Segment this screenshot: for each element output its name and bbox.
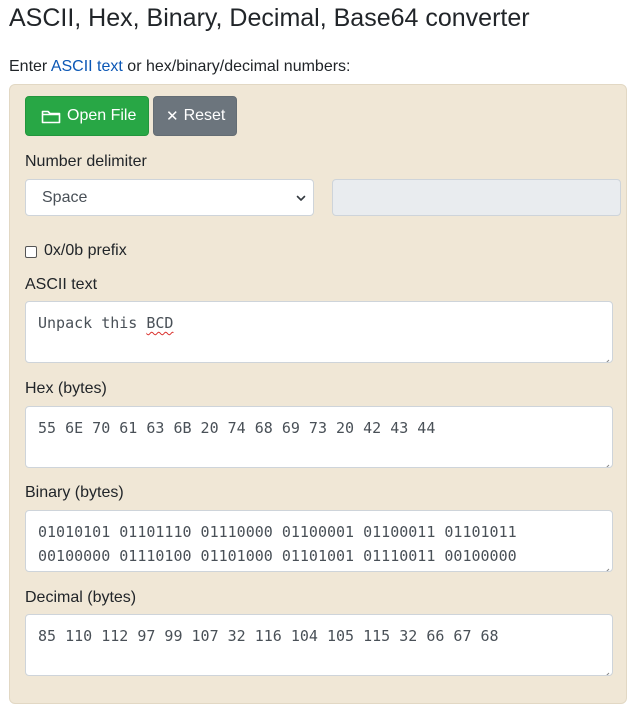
intro-prefix: Enter (9, 58, 51, 75)
intro-suffix: or hex/binary/decimal numbers: (122, 58, 351, 75)
chevron-down-icon (295, 191, 307, 209)
open-file-button[interactable]: Open File (25, 96, 149, 136)
ascii-text-value: Unpack this (38, 314, 147, 332)
custom-delimiter-input[interactable] (332, 179, 621, 216)
delimiter-select[interactable]: Space (25, 179, 314, 216)
open-file-label: Open File (67, 107, 137, 124)
decimal-value: 85 110 112 97 99 107 32 116 104 105 115 … (38, 627, 499, 645)
hex-value: 55 6E 70 61 63 6B 20 74 68 69 73 20 42 4… (38, 419, 436, 437)
number-delimiter-label: Number delimiter (25, 153, 147, 170)
prefix-label: 0x/0b prefix (44, 242, 127, 259)
binary-value: 01010101 01101110 01110000 01100001 0110… (38, 523, 517, 565)
page-title: ASCII, Hex, Binary, Decimal, Base64 conv… (9, 4, 530, 32)
ascii-text-label: ASCII text (25, 276, 98, 293)
intro-text: Enter ASCII text or hex/binary/decimal n… (9, 58, 351, 76)
hex-text-area[interactable]: 55 6E 70 61 63 6B 20 74 68 69 73 20 42 4… (25, 406, 613, 468)
binary-text-area[interactable]: 01010101 01101110 01110000 01100001 0110… (25, 510, 613, 572)
delimiter-selected-value: Space (42, 188, 88, 206)
ascii-text-link[interactable]: ASCII text (51, 58, 123, 75)
binary-label: Binary (bytes) (25, 484, 124, 501)
hex-label: Hex (bytes) (25, 380, 107, 397)
prefix-option[interactable]: 0x/0b prefix (25, 242, 127, 260)
folder-icon (41, 108, 61, 124)
resize-handle-icon[interactable] (600, 559, 610, 571)
resize-handle-icon[interactable] (600, 455, 610, 467)
misspelled-word: BCD (146, 314, 174, 332)
decimal-text-area[interactable]: 85 110 112 97 99 107 32 116 104 105 115 … (25, 614, 613, 676)
ascii-text-area[interactable]: Unpack this BCD (25, 301, 613, 363)
resize-handle-icon[interactable] (600, 350, 610, 362)
close-icon: ✕ (166, 108, 179, 125)
converter-panel: Open File ✕ Reset Number delimiter Space… (9, 84, 627, 704)
resize-handle-icon[interactable] (600, 663, 610, 675)
reset-label: Reset (183, 107, 226, 124)
decimal-label: Decimal (bytes) (25, 589, 137, 606)
reset-button[interactable]: ✕ Reset (153, 96, 237, 136)
prefix-checkbox[interactable] (25, 246, 37, 258)
